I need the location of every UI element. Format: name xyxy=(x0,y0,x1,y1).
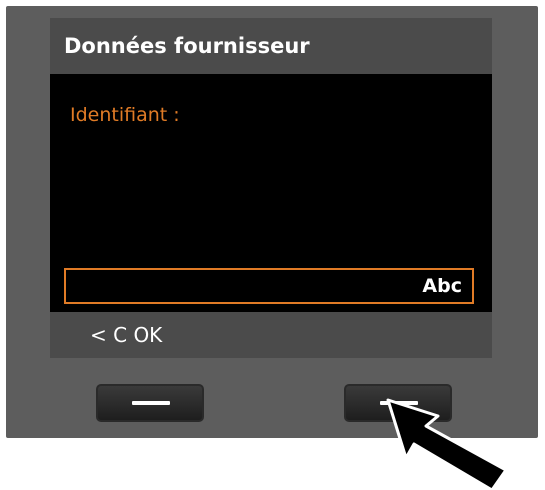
left-softkey-button[interactable] xyxy=(96,384,204,422)
arrow-pointer-icon xyxy=(386,398,508,490)
dash-icon xyxy=(132,401,170,405)
screen-title: Données fournisseur xyxy=(64,34,310,58)
input-mode-indicator: Abc xyxy=(422,275,462,297)
display-screen: Données fournisseur Identifiant : Abc < … xyxy=(50,18,492,358)
softkey-labels: < C OK xyxy=(90,323,163,347)
softkey-bar: < C OK xyxy=(50,312,492,358)
phone-handset: Données fournisseur Identifiant : Abc < … xyxy=(6,6,538,438)
title-bar: Données fournisseur xyxy=(50,18,492,74)
field-label-identifiant: Identifiant : xyxy=(70,104,180,126)
identifiant-input[interactable]: Abc xyxy=(64,268,474,304)
